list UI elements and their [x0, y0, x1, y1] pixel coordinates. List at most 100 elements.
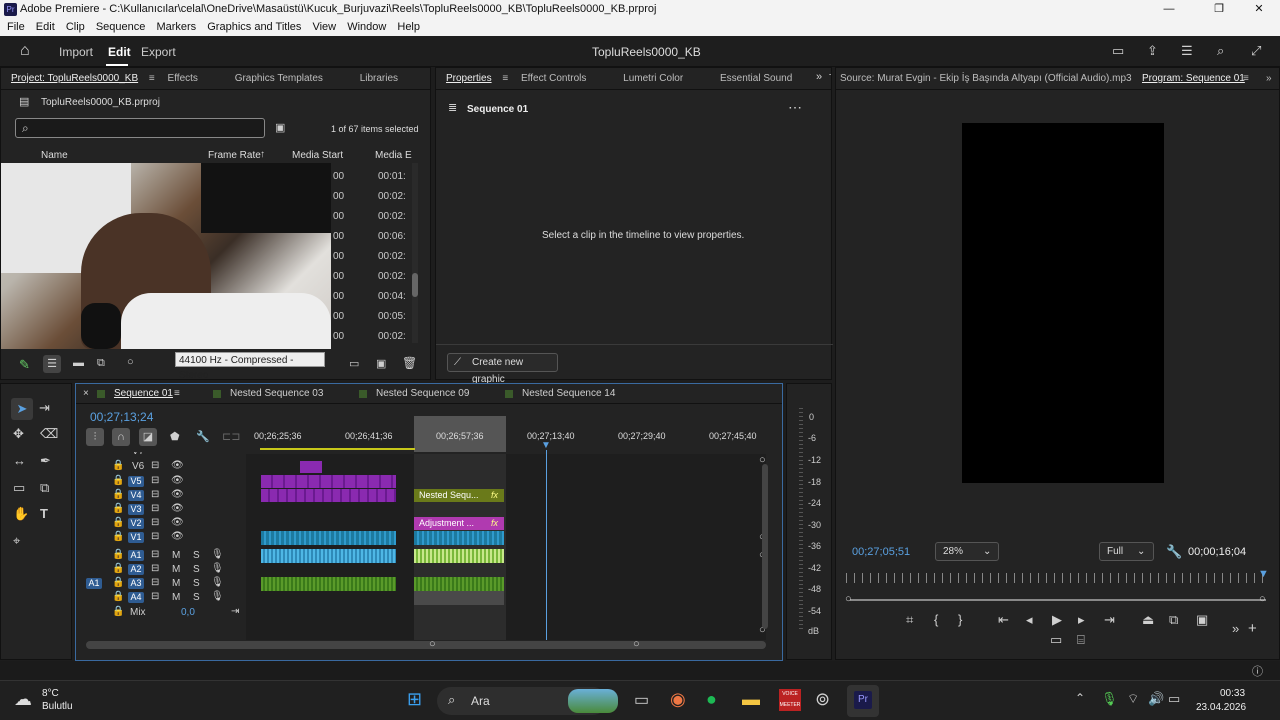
rectangle-tool-icon[interactable]: ▭ [13, 480, 25, 496]
menu-graphics[interactable]: Graphics and Titles [207, 21, 301, 33]
eye-icon[interactable]: 👁 [171, 531, 184, 542]
file-explorer-icon[interactable]: ▬ [742, 689, 760, 710]
workspace-icon[interactable]: ▭ [1112, 43, 1124, 59]
mute-button[interactable]: M [172, 550, 180, 561]
sync-lock-icon[interactable]: ⊟ [151, 503, 159, 514]
tab-nested-14[interactable]: Nested Sequence 14 [522, 384, 615, 404]
eye-icon[interactable]: 👁 [171, 489, 184, 500]
transform-tool-icon[interactable]: ⌖ [13, 533, 20, 549]
tab-nested-09[interactable]: Nested Sequence 09 [376, 384, 469, 404]
clip-a3-right[interactable] [414, 577, 504, 591]
lock-icon[interactable]: 🔒 [112, 577, 124, 588]
track-target[interactable]: A2 [128, 564, 144, 575]
vertical-scrollbar[interactable] [762, 464, 768, 629]
icon-view-icon[interactable]: ▬ [73, 357, 84, 369]
fx-badge[interactable]: fx [491, 489, 498, 502]
tab-text[interactable]: Te [829, 68, 831, 89]
battery-icon[interactable]: ▭ [1168, 691, 1180, 707]
pen-tool-icon[interactable]: ✒ [40, 453, 51, 469]
program-zoom-bar[interactable] [850, 599, 1266, 601]
zoom-select[interactable]: 28% ⌄ [935, 542, 999, 561]
menu-sequence[interactable]: Sequence [96, 21, 146, 33]
more-options-icon[interactable]: ⋯ [788, 99, 802, 116]
wifi-icon[interactable]: ⌔ [1127, 691, 1139, 707]
clip-nested-v4[interactable]: Nested Sequ... fx [414, 489, 504, 502]
tab-source[interactable]: Source: Murat Evgin - Ekip İş Başında Al… [840, 73, 1132, 84]
new-bin-button-icon[interactable]: ▭ [349, 357, 359, 370]
sync-lock-icon[interactable]: ⊟ [151, 591, 159, 602]
clip-adjustment-v2[interactable]: Adjustment ... fx [414, 517, 504, 530]
chevron-up-icon[interactable]: ⌃ [1075, 691, 1085, 705]
sync-lock-icon[interactable]: ⊟ [151, 460, 159, 471]
lock-icon[interactable]: 🔒 [112, 503, 124, 514]
solo-button[interactable]: S [193, 564, 200, 575]
settings-wrench-icon[interactable]: 🔧 [1166, 544, 1182, 560]
solo-button[interactable]: S [193, 550, 200, 561]
sync-lock-icon[interactable]: ⊟ [151, 517, 159, 528]
step-forward-icon[interactable]: ▸ [1078, 612, 1085, 628]
panel-menu-icon[interactable]: ≡ [502, 73, 508, 84]
tab-nested-03[interactable]: Nested Sequence 03 [230, 384, 323, 404]
task-view-icon[interactable]: ▭ [634, 690, 649, 710]
microphone-icon[interactable]: 🎙 [211, 577, 224, 588]
eye-icon[interactable]: 👁 [171, 460, 184, 471]
menu-clip[interactable]: Clip [66, 21, 85, 33]
col-name[interactable]: Name [41, 150, 68, 161]
tab-lumetri[interactable]: Lumetri Color [623, 68, 683, 89]
remix-tool-icon[interactable]: ⧉ [40, 480, 49, 496]
sync-lock-icon[interactable]: ⊟ [151, 577, 159, 588]
tab-program[interactable]: Program: Sequence 01 [1142, 68, 1245, 90]
clip-v5-sub[interactable] [261, 489, 396, 502]
project-scrollbar[interactable] [412, 163, 418, 343]
tab-import[interactable]: Import [59, 45, 93, 59]
export-frame-icon[interactable]: ⌸ [1077, 632, 1085, 648]
fullscreen-icon[interactable]: ⤢ [1251, 43, 1261, 59]
hscroll-left-handle[interactable]: ○ [429, 638, 436, 650]
program-playhead-icon[interactable]: ▼ [1258, 568, 1269, 580]
source-patch[interactable]: A1 [86, 578, 102, 589]
snap-icon[interactable]: ⫶ [86, 428, 104, 446]
clock-date[interactable]: 23.04.2026 [1196, 702, 1246, 713]
solo-button[interactable]: S [193, 592, 200, 603]
pencil-icon[interactable]: ✎ [19, 357, 30, 373]
new-item-icon[interactable]: ▣ [376, 357, 386, 370]
microphone-icon[interactable]: 🎙 [211, 563, 224, 574]
track-target[interactable]: V5 [128, 476, 144, 487]
tab-libraries[interactable]: Libraries [360, 68, 398, 89]
tab-edit[interactable]: Edit [108, 45, 131, 59]
close-icon[interactable]: ✕ [1236, 0, 1280, 19]
obs-icon[interactable]: ⊚ [815, 689, 830, 710]
track-target[interactable]: V1 [128, 532, 144, 543]
lock-icon[interactable]: 🔒 [112, 489, 124, 500]
more-tabs-icon[interactable]: » [816, 71, 822, 83]
captions-icon[interactable]: ⊏⊐ [222, 430, 240, 443]
clip-a3[interactable] [261, 577, 396, 591]
eye-icon[interactable]: 👁 [171, 503, 184, 514]
new-bin-icon[interactable]: ▣ [275, 121, 285, 134]
clip-a1[interactable] [261, 549, 396, 563]
chrome-icon[interactable]: ◉ [670, 689, 686, 710]
sync-lock-icon[interactable]: ⊟ [151, 475, 159, 486]
trash-icon[interactable]: 🗑 [402, 356, 417, 370]
share-icon[interactable]: ⇪ [1147, 43, 1158, 59]
lift-icon[interactable]: ⏏ [1142, 612, 1154, 628]
add-marker-icon[interactable]: ⌗ [906, 612, 913, 628]
sync-lock-icon[interactable]: ⊟ [151, 489, 159, 500]
track-target[interactable]: A3 [128, 578, 144, 589]
menu-help[interactable]: Help [397, 21, 420, 33]
mute-button[interactable]: M [172, 564, 180, 575]
tab-project[interactable]: Project: TopluReels0000_KB [11, 68, 138, 89]
voicemeeter-icon[interactable]: VOICE MEETER [779, 689, 801, 711]
extract-icon[interactable]: ⧉ [1169, 612, 1178, 628]
home-icon[interactable]: ⌂ [20, 42, 30, 60]
play-icon[interactable]: ▶ [1052, 612, 1062, 628]
compare-icon[interactable]: ▣ [1196, 612, 1208, 628]
create-graphic-button[interactable]: ⟋ Create new graphic [447, 353, 558, 385]
menu-edit[interactable]: Edit [36, 21, 55, 33]
microphone-icon[interactable]: 🎙 [211, 591, 224, 602]
microphone-icon[interactable]: 🎙 [1101, 691, 1118, 707]
search-input[interactable]: ⌕ [15, 118, 265, 138]
more-tabs-icon[interactable]: » [1266, 68, 1272, 90]
mute-button[interactable]: M [172, 592, 180, 603]
weather-icon[interactable]: ☁ [14, 689, 32, 710]
